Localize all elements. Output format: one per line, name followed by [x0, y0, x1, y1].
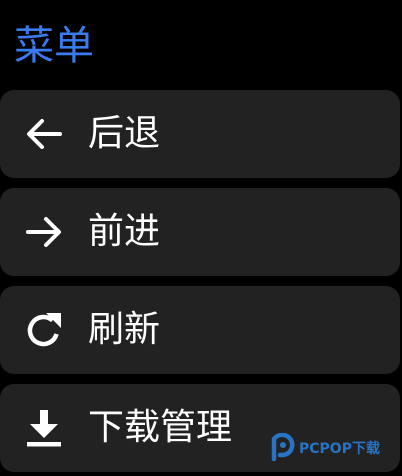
arrow-right-icon	[22, 210, 66, 254]
arrow-left-icon	[22, 112, 66, 156]
download-icon	[22, 406, 66, 450]
page-title: 菜单	[14, 23, 94, 69]
menu-item-label: 前进	[88, 211, 161, 252]
menu-item-forward[interactable]: 前进	[0, 188, 400, 276]
pcpop-logo-icon	[270, 432, 296, 463]
menu-item-label: 下载管理	[88, 407, 233, 448]
menu-item-refresh[interactable]: 刷新	[0, 286, 400, 374]
watermark-text: PCPOP下载	[299, 441, 380, 457]
menu-item-label: 后退	[88, 113, 161, 154]
menu-item-back[interactable]: 后退	[0, 90, 400, 178]
watermark: PCPOP下载	[270, 430, 380, 466]
refresh-icon	[22, 308, 66, 352]
menu-item-label: 刷新	[88, 309, 161, 350]
